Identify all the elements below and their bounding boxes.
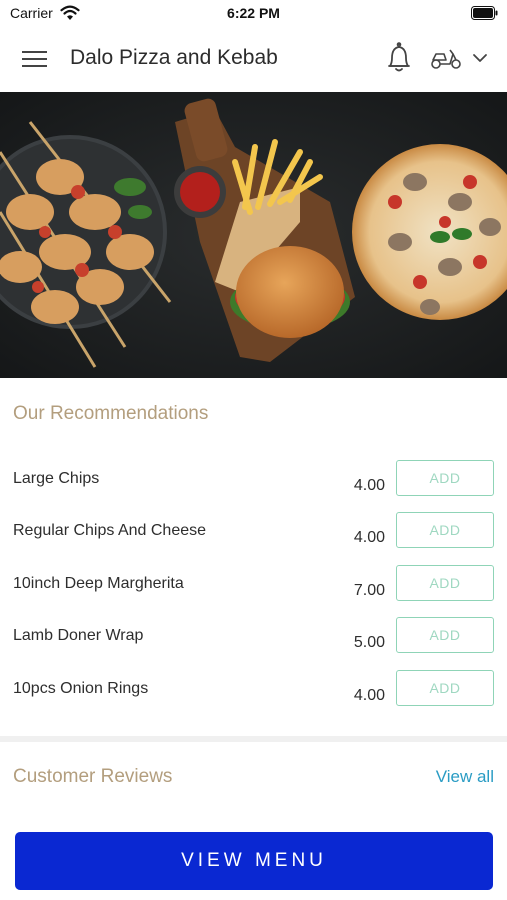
page-title: Dalo Pizza and Kebab xyxy=(70,46,278,69)
item-price: 4.00 xyxy=(353,687,385,704)
reviews-title: Customer Reviews xyxy=(13,766,173,787)
status-bar: Carrier 6:22 PM xyxy=(0,0,507,28)
scooter-icon[interactable] xyxy=(430,46,462,70)
add-button[interactable]: ADD xyxy=(396,617,494,653)
list-item: 10pcs Onion Rings 4.00 ADD xyxy=(0,670,507,730)
add-button[interactable]: ADD xyxy=(396,565,494,601)
chevron-down-icon[interactable] xyxy=(472,52,488,64)
item-name: Regular Chips And Cheese xyxy=(13,522,207,539)
section-divider xyxy=(0,736,507,742)
app-header: Dalo Pizza and Kebab xyxy=(0,28,507,92)
battery-icon xyxy=(471,6,498,20)
item-price: 7.00 xyxy=(353,582,385,599)
item-name: Lamb Doner Wrap xyxy=(13,627,144,644)
add-button[interactable]: ADD xyxy=(396,670,494,706)
add-button[interactable]: ADD xyxy=(396,460,494,496)
item-price: 4.00 xyxy=(353,529,385,546)
item-name: Large Chips xyxy=(13,470,100,487)
recommendations-title: Our Recommendations xyxy=(13,403,209,424)
bell-icon[interactable] xyxy=(385,42,413,74)
item-name: 10pcs Onion Rings xyxy=(13,680,149,697)
hero-food-image xyxy=(0,92,507,378)
item-price: 4.00 xyxy=(353,477,385,494)
menu-icon[interactable] xyxy=(22,48,48,70)
add-button[interactable]: ADD xyxy=(396,512,494,548)
view-all-link[interactable]: View all xyxy=(436,767,494,787)
item-price: 5.00 xyxy=(353,634,385,651)
view-menu-button[interactable]: VIEW MENU xyxy=(15,832,493,890)
status-time: 6:22 PM xyxy=(227,5,280,21)
item-name: 10inch Deep Margherita xyxy=(13,575,184,592)
food-illustration xyxy=(0,92,507,378)
